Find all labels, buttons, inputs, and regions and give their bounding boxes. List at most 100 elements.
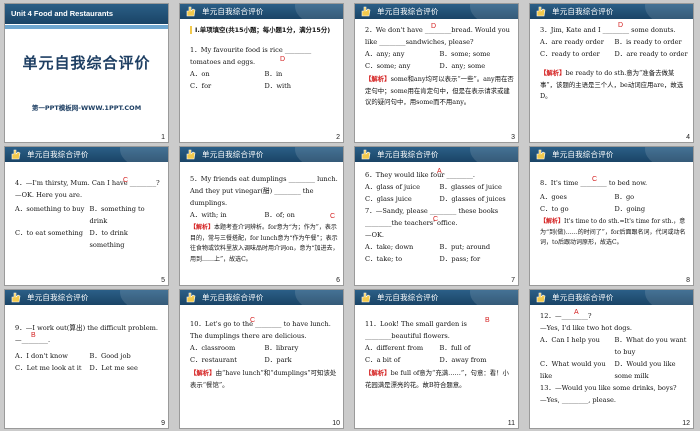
answer-mark: B	[485, 317, 490, 324]
option-b[interactable]: B．library	[265, 342, 340, 354]
option-b[interactable]: B．Good job	[90, 350, 165, 362]
option-a[interactable]: A．take; down	[365, 241, 440, 253]
slide-header: 单元自我综合评价	[180, 4, 343, 19]
option-c[interactable]: C．to eat something	[15, 227, 90, 251]
option-a[interactable]: A．goes	[540, 191, 615, 203]
answer-options: A．something to buy B．something to drink …	[15, 203, 164, 251]
option-b[interactable]: B．of; on	[265, 209, 340, 221]
option-b[interactable]: B．go	[615, 191, 690, 203]
slide-title: 单元自我综合评价	[202, 7, 264, 16]
slide-thumbnail-2[interactable]: 单元自我综合评价 Ⅰ.单项填空(共15小题；每小题1分，满分15分) 1．My …	[179, 3, 344, 143]
option-a[interactable]: A．something to buy	[15, 203, 90, 227]
slide-number: 12	[682, 420, 690, 427]
option-b[interactable]: B．in	[265, 68, 340, 80]
cover-unit: Unit 4 Food and Restaurants	[11, 9, 114, 18]
explanation: 【解析】some和any均可以表示“一些”。any用在否定句中；some用在肯定…	[365, 75, 514, 106]
slide-number: 3	[511, 134, 515, 141]
option-a[interactable]: A．I don't know	[15, 350, 90, 362]
option-b[interactable]: B．put; around	[440, 241, 515, 253]
hand-logo-icon	[11, 149, 21, 160]
answer-options: A．I don't know B．Good job C．Let me look …	[15, 350, 164, 374]
slide-header: 单元自我综合评价	[5, 290, 168, 305]
option-c[interactable]: C．restaurant	[190, 354, 265, 366]
option-d[interactable]: D．glasses of juices	[440, 193, 515, 205]
slide-title: 单元自我综合评价	[27, 150, 89, 159]
hand-logo-icon	[11, 292, 21, 303]
explanation: 【解析】由“have lunch”和“dumplings”可知该处表示“餐馆”。	[190, 369, 337, 389]
option-a[interactable]: A．with; in	[190, 209, 265, 221]
option-d[interactable]: D．any; some	[440, 60, 515, 72]
option-b[interactable]: B．glasses of juice	[440, 181, 515, 193]
option-d[interactable]: D．going	[615, 203, 690, 215]
explanation: 【解析】be ready to do sth.意为“准备去做某事”，该题的主语是…	[540, 69, 684, 100]
question-text: 10．Let's go to the ________ to have lunc…	[190, 320, 331, 340]
option-c[interactable]: C．for	[190, 80, 265, 92]
option-a[interactable]: A．glass of juice	[365, 181, 440, 193]
option-a[interactable]: A．any; any	[365, 48, 440, 60]
option-c[interactable]: C．take; to	[365, 253, 440, 265]
hand-logo-icon	[186, 292, 196, 303]
option-d[interactable]: D．Let me see	[90, 362, 165, 374]
option-b[interactable]: B．is ready to order	[615, 36, 690, 48]
hand-logo-icon	[536, 292, 546, 303]
answer-options-2: A．take; down B．put; around C．take; to D．…	[365, 241, 514, 265]
option-a[interactable]: A．on	[190, 68, 265, 80]
answer-mark: B	[31, 332, 36, 339]
option-d[interactable]: D．Would you like some milk	[615, 358, 690, 382]
slide-thumbnail-9[interactable]: 单元自我综合评价 9．—I work out(算出) the difficult…	[4, 289, 169, 429]
slide-thumbnail-4[interactable]: 单元自我综合评价 3．Jim, Kate and I ________ some…	[529, 3, 694, 143]
slide-thumbnail-8[interactable]: 单元自我综合评价 8．It's time ________ to bed now…	[529, 146, 694, 286]
option-d[interactable]: D．pass; for	[440, 253, 515, 265]
cover-title: 单元自我综合评价	[22, 54, 151, 72]
hand-logo-icon	[361, 6, 371, 17]
option-b[interactable]: B．some; some	[440, 48, 515, 60]
answer-mark: A	[437, 168, 442, 175]
option-a[interactable]: A．are ready order	[540, 36, 615, 48]
option-a[interactable]: A．Can I help you	[540, 334, 615, 358]
slide-thumbnail-11[interactable]: 单元自我综合评价 11．Look! The small garden is __…	[354, 289, 519, 429]
question-text: 11．Look! The small garden is ________bea…	[365, 320, 467, 340]
question-text-2: 7．—Sandy, please ________ these books __…	[365, 207, 499, 239]
answer-options: A．are ready order B．is ready to order C．…	[540, 36, 689, 60]
answer-options: A．on B．in C．for D．with	[190, 68, 339, 92]
option-b[interactable]: B．full of	[440, 342, 515, 354]
option-d[interactable]: D．are ready to order	[615, 48, 690, 60]
option-b[interactable]: B．something to drink	[90, 203, 165, 227]
question-text: 3．Jim, Kate and I ________ some donuts.	[540, 26, 676, 34]
slide-header: 单元自我综合评价	[180, 290, 343, 305]
slide-number: 9	[161, 420, 165, 427]
question-text: 5．My friends eat dumplings ________ lunc…	[190, 175, 338, 207]
option-d[interactable]: D．with	[265, 80, 340, 92]
option-c[interactable]: C．ready to order	[540, 48, 615, 60]
hand-logo-icon	[536, 6, 546, 17]
answer-options: A．with; in B．of; on	[190, 209, 339, 221]
option-c[interactable]: C．glass juice	[365, 193, 440, 205]
slide-thumbnail-3[interactable]: 单元自我综合评价 2．We don't have ________bread. …	[354, 3, 519, 143]
option-b[interactable]: B．What do you want to buy	[615, 334, 690, 358]
slide-thumbnail-6[interactable]: 单元自我综合评价 5．My friends eat dumplings ____…	[179, 146, 344, 286]
option-a[interactable]: A．classroom	[190, 342, 265, 354]
slide-thumbnail-1[interactable]: Unit 4 Food and Restaurants 单元自我综合评价 第一P…	[4, 3, 169, 143]
option-c[interactable]: C．What would you like	[540, 358, 615, 382]
question-text: 12．—________? —Yes, I'd like two hot dog…	[540, 312, 633, 332]
slide-thumbnail-5[interactable]: 单元自我综合评价 4．—I'm thirsty, Mum. Can I have…	[4, 146, 169, 286]
answer-options: A．any; any B．some; some C．some; any D．an…	[365, 48, 514, 72]
option-c[interactable]: C．Let me look at it	[15, 362, 90, 374]
option-a[interactable]: A．different from	[365, 342, 440, 354]
slide-thumbnail-7[interactable]: 单元自我综合评价 6．They would like four ________…	[354, 146, 519, 286]
slide-thumbnail-10[interactable]: 单元自我综合评价 10．Let's go to the ________ to …	[179, 289, 344, 429]
option-d[interactable]: D．to drink something	[90, 227, 165, 251]
slide-thumbnail-12[interactable]: 单元自我综合评价 12．—________? —Yes, I'd like tw…	[529, 289, 694, 429]
answer-mark: D	[618, 22, 624, 29]
answer-options: A．classroom B．library C．restaurant D．par…	[190, 342, 339, 366]
option-c[interactable]: C．some; any	[365, 60, 440, 72]
option-d[interactable]: D．away from	[440, 354, 515, 366]
option-d[interactable]: D．park	[265, 354, 340, 366]
slide-number: 4	[686, 134, 690, 141]
option-c[interactable]: C．a bit of	[365, 354, 440, 366]
section-heading: Ⅰ.单项填空(共15小题；每小题1分，满分15分)	[190, 24, 339, 36]
hand-logo-icon	[536, 149, 546, 160]
answer-mark: C	[592, 176, 598, 183]
option-c[interactable]: C．to go	[540, 203, 615, 215]
answer-mark: C	[123, 177, 129, 184]
